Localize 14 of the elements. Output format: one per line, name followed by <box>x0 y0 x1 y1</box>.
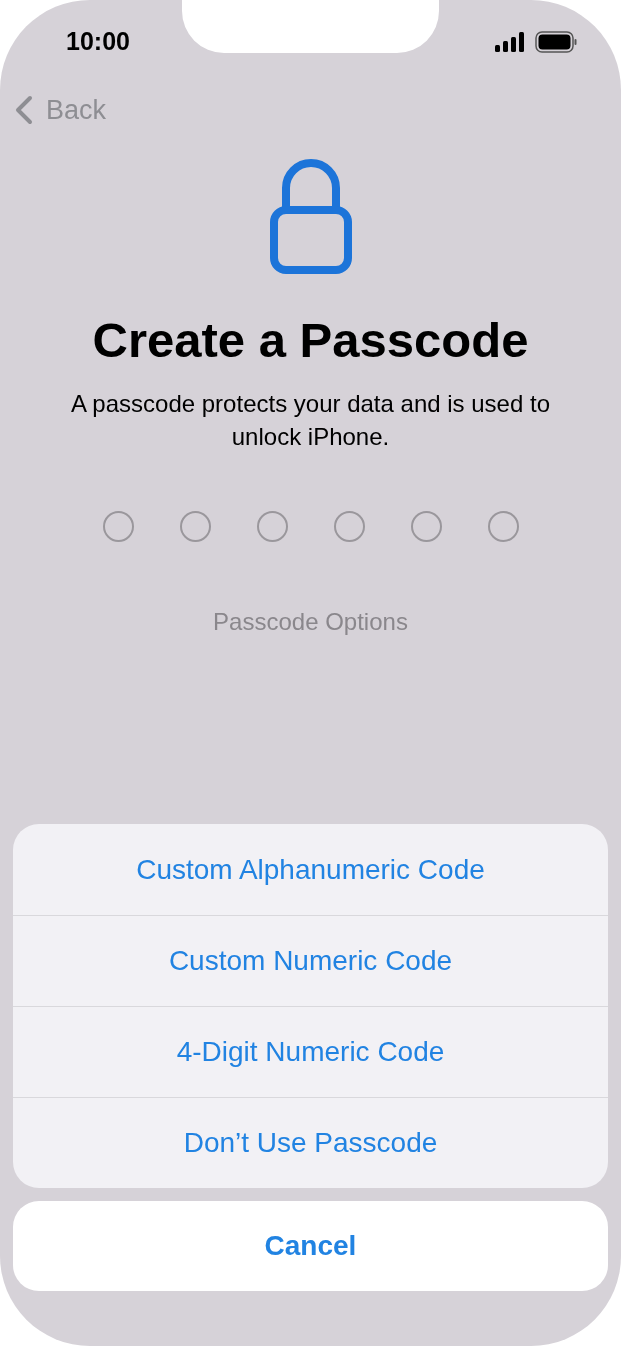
chevron-left-icon <box>14 95 34 125</box>
lock-icon <box>269 158 352 274</box>
subtitle: A passcode protects your data and is used to unlock iPhone. <box>70 389 551 453</box>
action-sheet-option[interactable]: Custom Alphanumeric Code <box>13 824 608 915</box>
status-time: 10:00 <box>66 26 130 58</box>
passcode-options-link[interactable]: Passcode Options <box>213 604 408 641</box>
action-sheet-option[interactable]: Custom Numeric Code <box>13 915 608 1006</box>
back-button[interactable]: Back <box>14 89 107 131</box>
signal-icon <box>495 32 527 52</box>
cancel-button[interactable]: Cancel <box>13 1201 608 1291</box>
action-sheet-option[interactable]: Don’t Use Passcode <box>13 1097 608 1188</box>
action-sheet-option[interactable]: 4-Digit Numeric Code <box>13 1006 608 1097</box>
title: Create a Passcode <box>91 312 530 369</box>
battery-icon <box>535 31 577 53</box>
